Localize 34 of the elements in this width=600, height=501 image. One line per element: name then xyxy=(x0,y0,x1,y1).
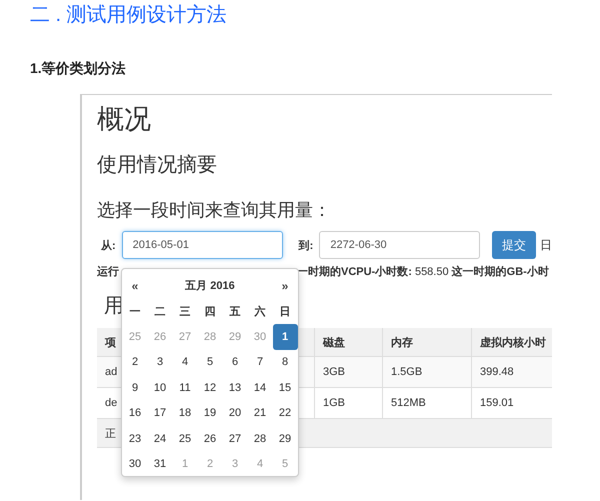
period-prompt: 选择一段时间来查询其用量： xyxy=(97,199,332,222)
column-header: 虚拟内核小时 xyxy=(472,328,552,356)
to-label: 到: xyxy=(298,238,314,252)
calendar-day[interactable]: 30 xyxy=(122,452,148,477)
table-cell: 3GB xyxy=(315,357,383,387)
weekday-label: 五 xyxy=(228,304,242,320)
to-date-field[interactable]: 2272-06-30 xyxy=(319,231,480,259)
date-text: 日 xyxy=(540,236,552,254)
weekday-label: 一 xyxy=(128,304,142,320)
previous-month-button[interactable]: « xyxy=(122,273,148,298)
calendar-day[interactable]: 31 xyxy=(148,452,172,477)
weekday-label: 二 xyxy=(154,304,166,320)
section-title: 使用情况摘要 xyxy=(97,153,218,178)
column-header: 磁盘 xyxy=(315,328,383,356)
subsection-heading: 1.等价类划分法 xyxy=(30,60,127,78)
weekday-label: 四 xyxy=(204,304,216,320)
weekday-label: 六 xyxy=(253,304,266,320)
table-cell: 512MB xyxy=(383,388,472,418)
column-header: 内存 xyxy=(383,328,472,356)
submit-button[interactable]: 提交 xyxy=(492,231,536,259)
weekday-label: 三 xyxy=(178,304,192,320)
month-title[interactable]: 五月 2016 xyxy=(148,273,272,298)
from-date-field[interactable]: 2016-05-01 xyxy=(122,231,283,259)
next-month-button[interactable]: » xyxy=(272,273,298,298)
weekday-label: 日 xyxy=(278,304,292,320)
calendar-day[interactable]: 1 xyxy=(272,324,298,350)
page-title: 概况 xyxy=(97,103,152,136)
table-cell: 159.01 xyxy=(472,388,552,418)
table-cell: 1.5GB xyxy=(383,357,472,387)
section-heading: 二 . 测试用例设计方法 xyxy=(29,3,228,28)
usage-summary: 运行 xyxy=(97,264,119,279)
table-cell: 1GB xyxy=(315,388,383,418)
table-cell: 399.48 xyxy=(472,357,552,387)
from-label: 从: xyxy=(101,238,116,252)
